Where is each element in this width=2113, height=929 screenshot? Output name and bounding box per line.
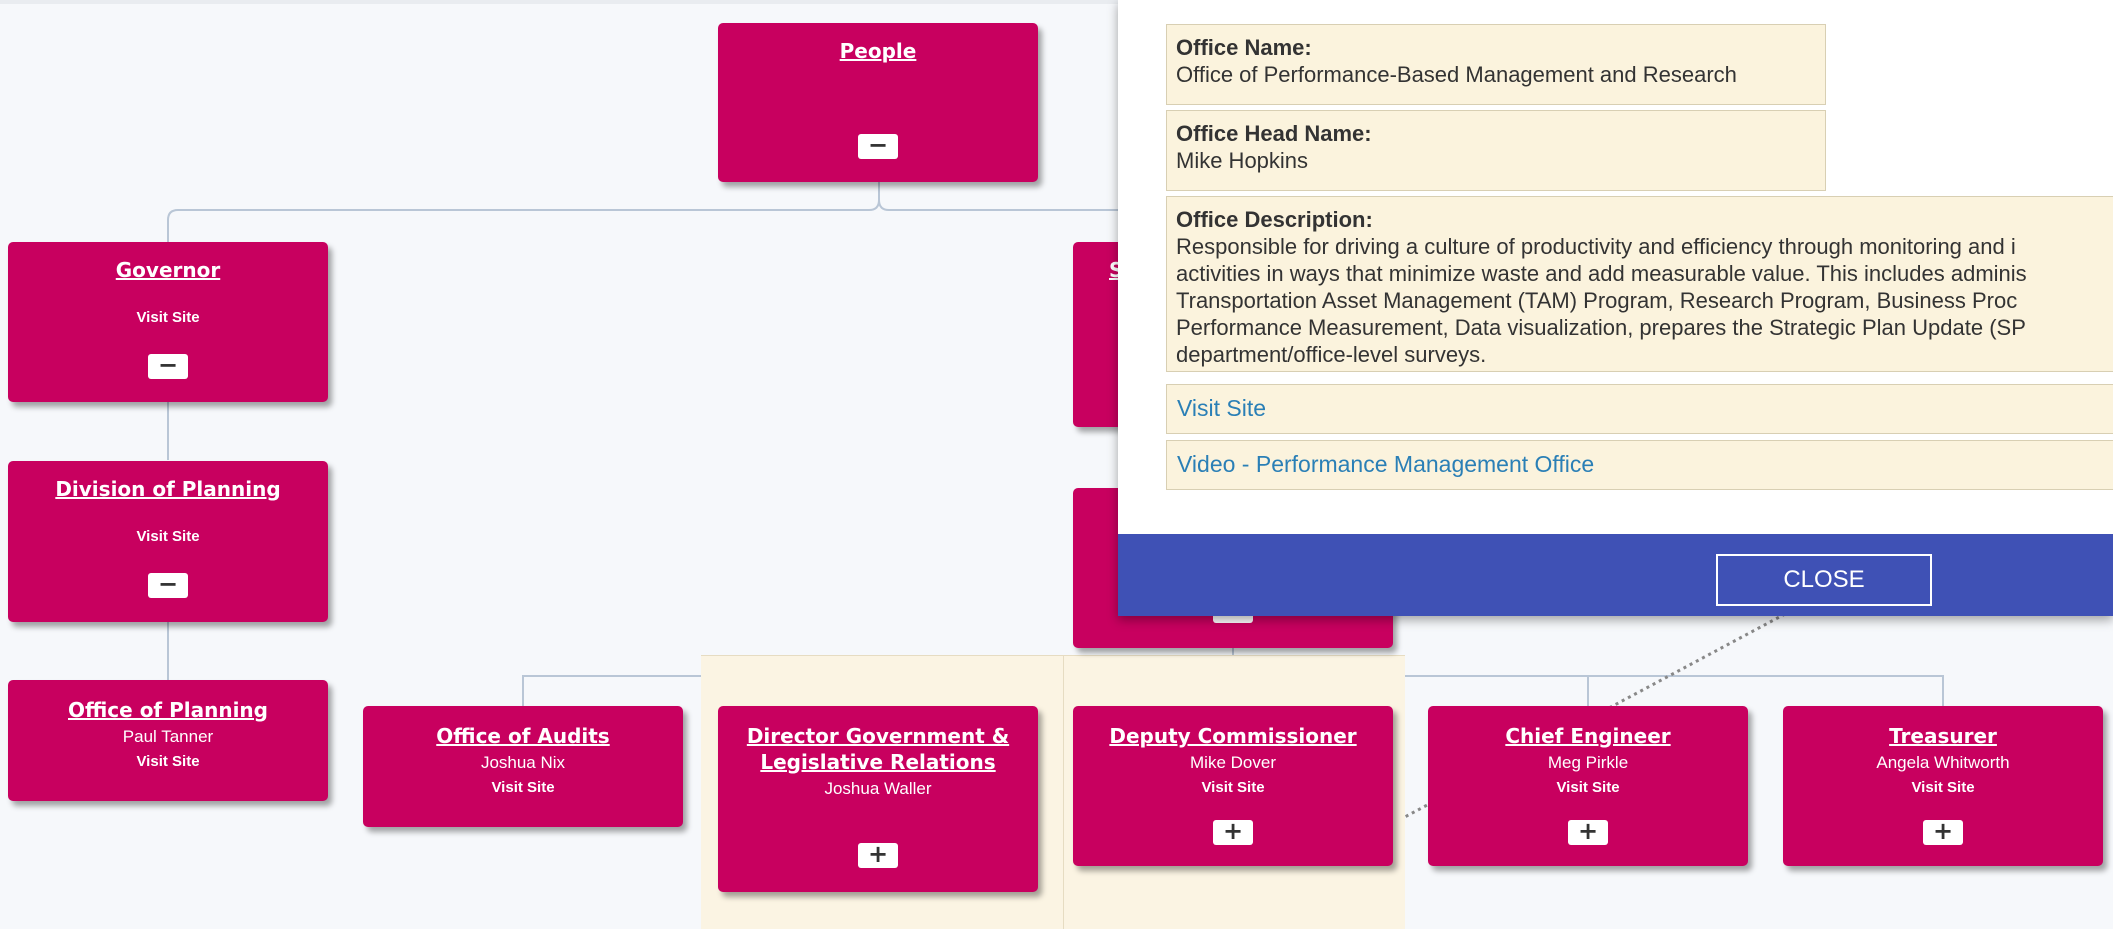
visit-site-link[interactable]: Visit Site: [363, 779, 683, 796]
node-title[interactable]: People: [718, 38, 1038, 64]
node-title[interactable]: Treasurer: [1783, 723, 2103, 749]
node-office-of-audits[interactable]: Office of Audits Joshua Nix Visit Site: [363, 706, 683, 827]
visit-site-link[interactable]: Visit Site: [8, 753, 328, 770]
office-description-line: Performance Measurement, Data visualizat…: [1176, 315, 2026, 340]
visit-site-link[interactable]: Visit Site: [1783, 779, 2103, 796]
office-head-label: Office Head Name:: [1176, 121, 1372, 146]
node-title[interactable]: Office of Planning: [8, 697, 328, 723]
office-description-line: Transportation Asset Management (TAM) Pr…: [1176, 288, 2018, 313]
office-head-name: Paul Tanner: [122, 727, 214, 746]
expand-button[interactable]: +: [1213, 819, 1253, 845]
office-head-value: Mike Hopkins: [1176, 148, 1309, 173]
highlight-border: [701, 655, 1405, 656]
node-title[interactable]: Governor: [8, 257, 328, 283]
office-name-field: Office Name: Office of Performance-Based…: [1166, 24, 1826, 105]
office-head-name: Joshua Waller: [824, 779, 932, 798]
node-governor[interactable]: Governor Visit Site −: [8, 242, 328, 402]
node-title[interactable]: Division of Planning: [8, 476, 328, 502]
modal-footer: CLOSE: [1118, 534, 2113, 616]
collapse-button[interactable]: −: [148, 353, 188, 379]
office-head-name: Mike Dover: [1190, 753, 1276, 772]
node-director-government-legislative-relations[interactable]: Director Government & Legislative Relati…: [718, 706, 1038, 892]
visit-site-link[interactable]: Visit Site: [1073, 779, 1393, 796]
visit-site-link[interactable]: Visit Site: [1428, 779, 1748, 796]
office-description-label: Office Description:: [1176, 207, 1373, 232]
highlight-divider: [1063, 655, 1064, 929]
node-office-of-planning[interactable]: Office of Planning Paul Tanner Visit Sit…: [8, 680, 328, 801]
office-details-modal: Office Name: Office of Performance-Based…: [1118, 0, 2113, 616]
office-name-label: Office Name:: [1176, 35, 1312, 60]
expand-button[interactable]: +: [1923, 819, 1963, 845]
office-head-field: Office Head Name: Mike Hopkins: [1166, 110, 1826, 191]
video-link[interactable]: Video - Performance Management Office: [1166, 440, 2113, 490]
node-title[interactable]: Chief Engineer: [1428, 723, 1748, 749]
office-description-line: department/office-level surveys.: [1176, 342, 1487, 367]
office-head-name: Meg Pirkle: [1547, 753, 1629, 772]
node-title[interactable]: Director Government & Legislative Relati…: [718, 723, 1038, 775]
collapse-button[interactable]: −: [858, 133, 898, 159]
node-treasurer[interactable]: Treasurer Angela Whitworth Visit Site +: [1783, 706, 2103, 866]
node-people[interactable]: People −: [718, 23, 1038, 182]
visit-site-link[interactable]: Visit Site: [8, 309, 328, 326]
node-title[interactable]: Office of Audits: [363, 723, 683, 749]
expand-button[interactable]: +: [858, 842, 898, 868]
node-deputy-commissioner[interactable]: Deputy Commissioner Mike Dover Visit Sit…: [1073, 706, 1393, 866]
office-head-name: Joshua Nix: [480, 753, 566, 772]
node-chief-engineer[interactable]: Chief Engineer Meg Pirkle Visit Site +: [1428, 706, 1748, 866]
office-description-line: Responsible for driving a culture of pro…: [1176, 234, 2016, 259]
visit-site-link[interactable]: Visit Site: [8, 528, 328, 545]
close-button[interactable]: CLOSE: [1716, 554, 1932, 606]
node-division-of-planning[interactable]: Division of Planning Visit Site −: [8, 461, 328, 622]
office-name-value: Office of Performance-Based Management a…: [1176, 62, 1737, 87]
expand-button[interactable]: +: [1568, 819, 1608, 845]
collapse-button[interactable]: −: [148, 572, 188, 598]
office-description-line: activities in ways that minimize waste a…: [1176, 261, 2027, 286]
office-description-field: Office Description: Responsible for driv…: [1166, 196, 2113, 372]
node-title[interactable]: Deputy Commissioner: [1073, 723, 1393, 749]
office-head-name: Angela Whitworth: [1876, 753, 2010, 772]
visit-site-link[interactable]: Visit Site: [1166, 384, 2113, 434]
